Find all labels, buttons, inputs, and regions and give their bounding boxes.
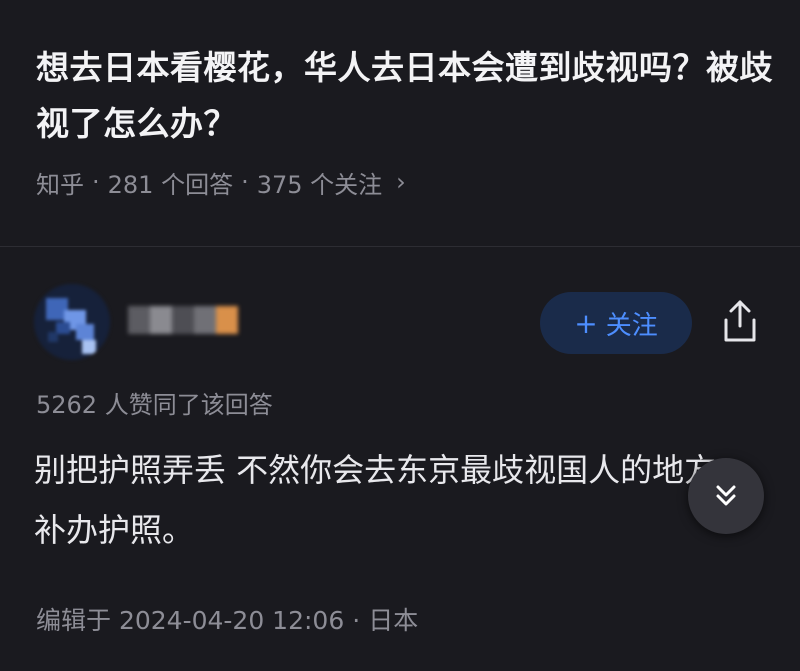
plus-icon: + (574, 306, 598, 340)
question-meta[interactable]: 知乎 · 281 个回答 · 375 个关注 › (36, 166, 776, 199)
share-icon (724, 300, 756, 342)
edited-timestamp: 编辑于 2024-04-20 12:06 (36, 606, 345, 635)
question-title[interactable]: 想去日本看樱花，华人去日本会遭到歧视吗？被歧视了怎么办？ (36, 40, 776, 152)
meta-separator: · (352, 606, 361, 635)
source-label: 知乎 (36, 170, 84, 199)
author-name-redacted[interactable] (128, 300, 238, 340)
upvote-summary: 5262 人赞同了该回答 (36, 391, 273, 419)
follow-label: 关注 (605, 310, 658, 341)
divider (0, 246, 800, 247)
scroll-down-button[interactable] (688, 458, 764, 534)
answer-content[interactable]: 别把护照弄丢 不然你会去东京最歧视国人的地方 补办护照。 (34, 440, 754, 560)
answers-count: 281 个回答 (107, 170, 234, 199)
meta-separator: · (241, 168, 249, 196)
edit-info: 编辑于 2024-04-20 12:06 · 日本 (36, 603, 418, 639)
chevron-right-icon[interactable]: › (396, 168, 406, 196)
avatar[interactable] (34, 284, 110, 360)
followers-count: 375 个关注 (256, 170, 383, 199)
share-button[interactable] (718, 298, 762, 346)
follow-button[interactable]: + 关注 (540, 292, 692, 354)
meta-separator: · (92, 168, 100, 196)
question-header: 想去日本看樱花，华人去日本会遭到歧视吗？被歧视了怎么办？ 知乎 · 281 个回… (36, 40, 776, 199)
location-label: 日本 (368, 606, 419, 635)
chevron-double-down-icon (716, 485, 736, 506)
